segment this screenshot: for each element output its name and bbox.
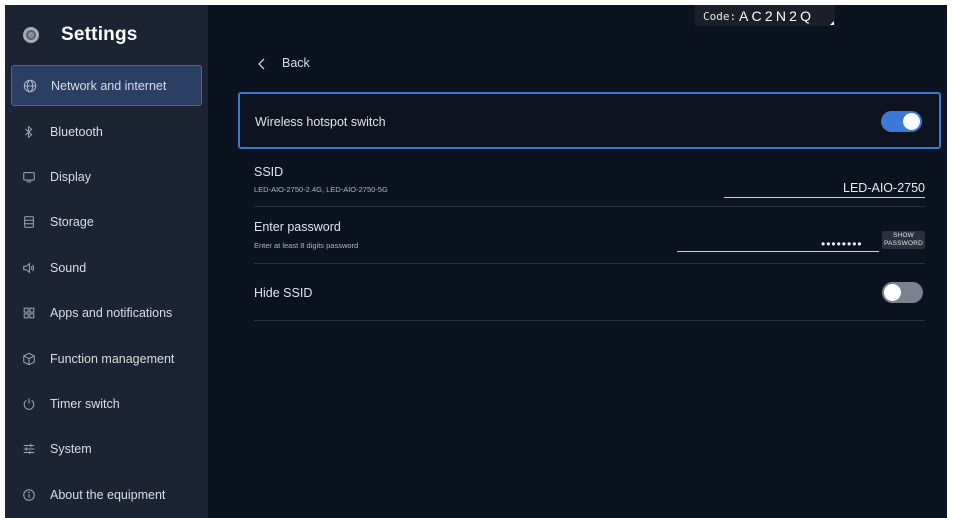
cube-icon: [21, 351, 37, 367]
apps-grid-icon: [21, 305, 37, 321]
chevron-left-icon: [258, 58, 265, 70]
hotspot-switch-label: Wireless hotspot switch: [255, 115, 386, 129]
sidebar-item-about[interactable]: About the equipment: [11, 474, 202, 515]
sidebar-item-storage[interactable]: Storage: [11, 201, 202, 242]
ssid-input[interactable]: LED-AIO-2750: [843, 181, 925, 195]
toggle-knob: [903, 113, 920, 130]
monitor-icon: [21, 169, 37, 185]
code-value: AC2N2Q: [739, 8, 815, 24]
sliders-icon: [21, 441, 37, 457]
sidebar-item-display[interactable]: Display: [11, 156, 202, 197]
sidebar-item-function-management[interactable]: Function management: [11, 338, 202, 379]
hotspot-toggle[interactable]: [881, 111, 922, 132]
sidebar-item-label: System: [50, 441, 92, 456]
info-icon: [21, 487, 37, 503]
sidebar-header: Settings: [5, 5, 208, 63]
hotspot-switch-row[interactable]: Wireless hotspot switch: [238, 92, 941, 149]
sidebar-item-label: Storage: [50, 214, 94, 229]
sidebar-item-label: Sound: [50, 260, 87, 275]
speaker-icon: [21, 260, 37, 276]
back-button[interactable]: Back: [255, 54, 310, 74]
password-input-underline: [677, 251, 879, 252]
sidebar-item-apps[interactable]: Apps and notifications: [11, 292, 202, 333]
sidebar-item-label: Apps and notifications: [50, 305, 173, 320]
sidebar-item-label: About the equipment: [50, 487, 166, 502]
ssid-row: SSID LED-AIO-2750-2.4G, LED-AIO-2750-5G …: [254, 153, 925, 207]
ssid-input-underline: [724, 197, 925, 198]
hide-ssid-title: Hide SSID: [254, 286, 313, 300]
sidebar-item-timer-switch[interactable]: Timer switch: [11, 383, 202, 424]
sidebar-item-label: Display: [50, 169, 91, 184]
sidebar-item-label: Function management: [50, 351, 175, 366]
back-label: Back: [282, 56, 310, 70]
ssid-title: SSID: [254, 165, 284, 179]
corner-marker-icon: [830, 21, 834, 25]
sidebar-item-sound[interactable]: Sound: [11, 247, 202, 288]
globe-icon: [22, 78, 38, 94]
sidebar-item-label: Bluetooth: [50, 124, 103, 139]
toggle-knob: [884, 284, 901, 301]
sidebar-item-label: Network and internet: [51, 78, 167, 93]
password-input[interactable]: ••••••••: [821, 237, 863, 251]
sidebar-item-system[interactable]: System: [11, 428, 202, 469]
sidebar: Settings Network and internet Bluetooth …: [5, 5, 208, 518]
sidebar-item-bluetooth[interactable]: Bluetooth: [11, 111, 202, 152]
password-subtitle: Enter at least 8 digits password: [254, 241, 359, 250]
power-icon: [21, 396, 37, 412]
storage-icon: [21, 214, 37, 230]
sidebar-item-label: Timer switch: [50, 396, 120, 411]
hide-ssid-toggle[interactable]: [882, 282, 923, 303]
settings-window: Settings Network and internet Bluetooth …: [5, 5, 947, 518]
code-badge: Code: AC2N2Q: [695, 5, 835, 26]
show-password-label-1: SHOW: [892, 232, 915, 239]
hide-ssid-row: Hide SSID: [254, 264, 925, 321]
ssid-subtitle: LED-AIO-2750-2.4G, LED-AIO-2750-5G: [254, 185, 388, 194]
show-password-button[interactable]: SHOW PASSWORD: [882, 231, 925, 249]
bluetooth-icon: [21, 124, 37, 140]
code-label: Code:: [703, 10, 737, 23]
sidebar-title: Settings: [61, 24, 138, 45]
password-title: Enter password: [254, 220, 341, 234]
settings-logo-icon: [23, 27, 39, 43]
show-password-label-2: PASSWORD: [883, 240, 924, 247]
password-row: Enter password Enter at least 8 digits p…: [254, 207, 925, 264]
sidebar-item-network[interactable]: Network and internet: [11, 65, 202, 106]
